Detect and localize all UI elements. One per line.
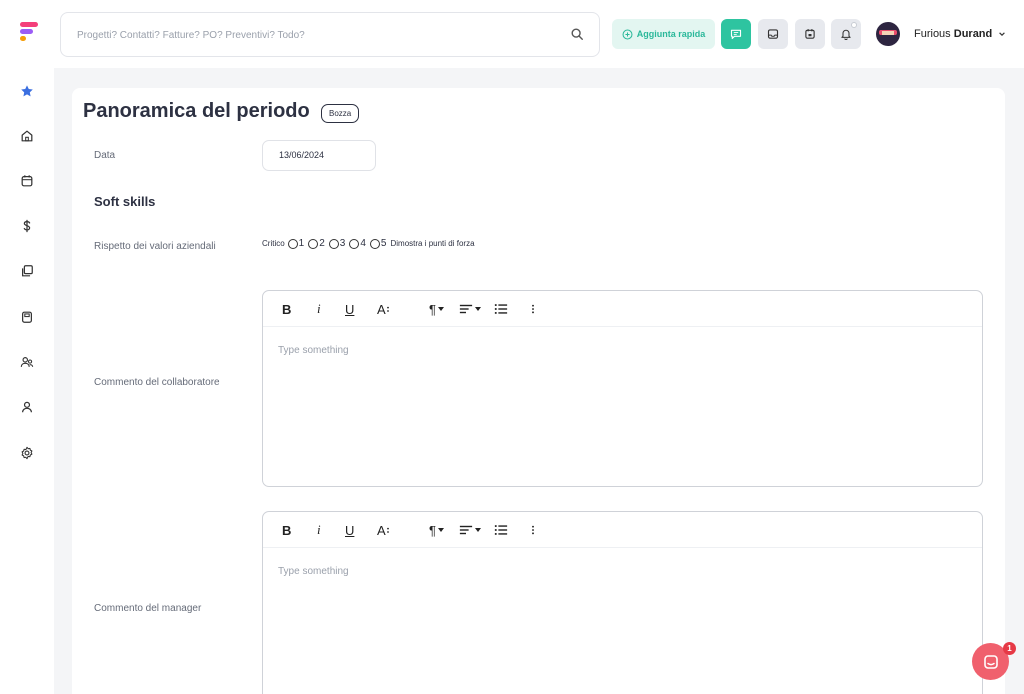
quick-add-button[interactable]: Aggiunta rapida [612, 19, 715, 49]
paragraph-glyph: ¶ [429, 301, 436, 317]
ordered-list-icon [494, 525, 508, 535]
rating-radio-1[interactable] [287, 238, 298, 249]
ordered-list-button[interactable] [494, 300, 508, 318]
font-size-button[interactable]: A [377, 300, 390, 318]
align-left-icon [459, 525, 473, 535]
calendar-button[interactable] [795, 19, 825, 49]
rating-option-3: 3 [339, 238, 346, 249]
section-title: Soft skills [94, 194, 156, 209]
sidebar-item-profile[interactable] [17, 397, 37, 417]
rating-option-1: 1 [298, 238, 305, 249]
user-icon [22, 401, 32, 413]
ordered-list-icon [494, 304, 508, 314]
ordered-list-button[interactable] [494, 521, 508, 539]
rating-option-5: 5 [380, 238, 387, 249]
collaborator-comment-label: Commento del collaboratore [94, 377, 220, 388]
bold-button[interactable]: B [282, 300, 291, 318]
collaborator-comment-input[interactable]: Type something [278, 345, 349, 356]
page-title: Panoramica del periodo [83, 100, 310, 122]
search-icon[interactable] [570, 27, 584, 41]
rating-label: Rispetto dei valori aziendali [94, 241, 216, 252]
rating-option-4: 4 [360, 238, 366, 249]
rating-scale: Critico 1 2 3 4 5 Dimostra i punti di fo… [262, 238, 475, 249]
notifications-button[interactable] [831, 19, 861, 49]
app-logo[interactable] [20, 22, 40, 44]
align-left-icon [459, 304, 473, 314]
settings-icon [21, 446, 33, 460]
font-size-button[interactable]: A [377, 521, 390, 539]
font-size-glyph: A [377, 301, 386, 317]
notification-indicator [851, 22, 857, 28]
italic-button[interactable]: i [317, 521, 321, 539]
messages-button[interactable] [721, 19, 751, 49]
avatar [876, 22, 900, 46]
manager-comment-editor: B i U A ¶ Type something [262, 511, 983, 694]
more-vertical-small-icon [386, 527, 389, 533]
documents-icon [22, 265, 33, 277]
rating-radio-5[interactable] [369, 238, 380, 249]
sidebar-item-tasks[interactable] [17, 307, 37, 327]
rating-option-2: 2 [319, 238, 325, 249]
editor-toolbar: B i U A ¶ [263, 291, 982, 327]
sidebar [0, 68, 54, 694]
chat-bubble-icon [983, 654, 998, 669]
underline-button[interactable]: U [345, 521, 354, 539]
manager-comment-label: Commento del manager [94, 603, 202, 614]
manager-comment-input[interactable]: Type something [278, 566, 349, 577]
calendar-icon [805, 29, 815, 39]
bold-button[interactable]: B [282, 521, 291, 539]
sidebar-item-home[interactable] [17, 126, 37, 146]
sidebar-item-favorites[interactable] [17, 81, 37, 101]
status-badge: Bozza [321, 104, 360, 123]
calendar-icon [21, 175, 33, 187]
sidebar-item-settings[interactable] [17, 443, 37, 463]
inbox-icon [767, 29, 779, 39]
paragraph-button[interactable]: ¶ [429, 300, 444, 318]
top-bar: Aggiunta rapida Furious Durand [0, 0, 1024, 68]
rating-min-label: Critico [262, 239, 285, 248]
font-size-glyph: A [377, 522, 386, 538]
bell-icon [841, 29, 851, 40]
dollar-icon [23, 219, 31, 233]
paragraph-glyph: ¶ [429, 522, 436, 538]
inbox-button[interactable] [758, 19, 788, 49]
collaborator-comment-editor: B i U A ¶ Type something [262, 290, 983, 487]
rating-radio-2[interactable] [308, 238, 319, 249]
review-form-card: Panoramica del periodo Bozza Data 13/06/… [72, 88, 1005, 694]
date-input[interactable]: 13/06/2024 [262, 140, 376, 171]
underline-button[interactable]: U [345, 300, 354, 318]
sidebar-item-documents[interactable] [17, 261, 37, 281]
align-button[interactable] [459, 300, 481, 318]
search-input[interactable] [77, 25, 547, 45]
home-icon [21, 130, 33, 142]
rating-radio-3[interactable] [328, 238, 339, 249]
more-options-button[interactable] [531, 300, 535, 318]
clipboard-icon [22, 311, 32, 323]
plus-circle-icon [622, 29, 633, 39]
editor-toolbar: B i U A ¶ [263, 512, 982, 548]
align-button[interactable] [459, 521, 481, 539]
italic-button[interactable]: i [317, 300, 321, 318]
user-name: Furious Durand [914, 28, 993, 40]
date-label: Data [94, 150, 116, 161]
chat-icon [730, 29, 742, 40]
chevron-down-icon [999, 32, 1006, 37]
chat-unread-badge: 1 [1003, 642, 1016, 655]
rating-max-label: Dimostra i punti di forza [390, 239, 475, 248]
sidebar-item-calendar[interactable] [17, 171, 37, 191]
more-vertical-icon [532, 525, 534, 535]
global-search [60, 12, 600, 57]
rating-radio-4[interactable] [349, 238, 360, 249]
user-menu[interactable]: Furious Durand [876, 22, 1006, 46]
quick-add-label: Aggiunta rapida [636, 29, 706, 39]
users-icon [20, 357, 34, 367]
paragraph-button[interactable]: ¶ [429, 521, 444, 539]
more-vertical-icon [532, 304, 534, 314]
star-icon [21, 85, 33, 97]
more-options-button[interactable] [531, 521, 535, 539]
sidebar-item-finance[interactable] [17, 216, 37, 236]
more-vertical-small-icon [386, 306, 389, 312]
sidebar-item-contacts[interactable] [17, 352, 37, 372]
